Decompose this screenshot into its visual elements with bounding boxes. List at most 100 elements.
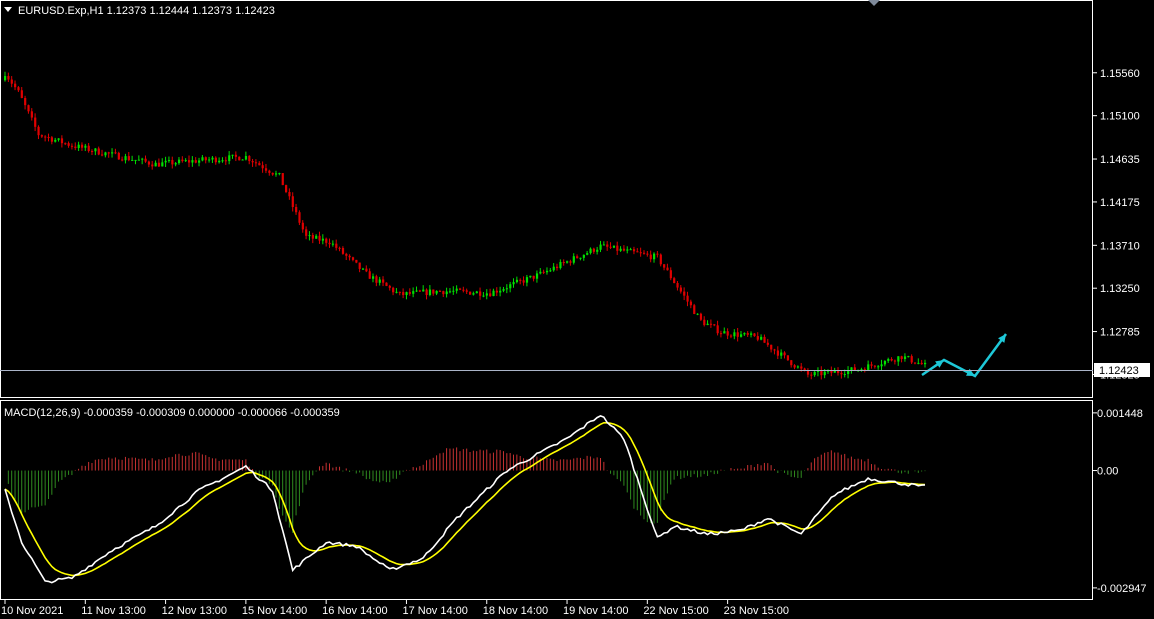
scroll-shift-marker-icon[interactable] [868,0,880,6]
candle [415,286,418,292]
candle [726,328,729,340]
current-price-label: 1.12423 [1099,365,1139,377]
candle [238,156,241,161]
candle [425,288,428,300]
candle [395,288,398,294]
time-tick-label: 16 Nov 14:00 [322,605,387,617]
candle [870,361,873,369]
candle [234,151,238,162]
candle [84,143,87,152]
candle [47,133,50,142]
candle [920,359,923,365]
candle [860,367,863,372]
price-pane[interactable] [4,71,1008,380]
candle [863,367,866,373]
candle [709,319,713,328]
candle [766,338,769,347]
candle [131,155,134,161]
candle [221,157,224,163]
candle [924,359,927,368]
candle [469,291,472,295]
chart-menu-triangle-icon[interactable] [4,7,12,12]
candle [438,289,442,292]
candle [117,151,120,160]
candle [750,331,753,338]
candle [40,134,43,138]
candle [121,156,124,162]
candle [495,287,498,297]
candle [853,364,856,372]
candle [576,254,579,259]
candle [519,278,522,285]
candle [579,257,582,261]
candle [475,290,478,294]
candle [639,247,642,257]
candle [60,135,64,148]
candle [826,369,830,374]
candle [77,141,80,151]
candle [111,148,114,158]
candle [107,151,110,158]
candle [228,151,231,165]
candle [529,275,532,279]
candle [418,289,422,293]
time-tick-label: 15 Nov 14:00 [242,605,307,617]
signal-line [4,421,926,577]
candle [629,247,632,251]
candle [669,267,672,281]
candle [412,287,415,298]
candle [57,138,60,142]
candle [699,312,703,322]
candle [907,355,910,358]
candle [298,210,301,226]
candle [231,154,234,159]
candle [816,367,820,377]
candle [890,357,893,362]
candle [489,288,492,298]
price-tick-label: 1.14175 [1100,197,1140,209]
candle [458,287,462,291]
candle [582,254,585,261]
candle [348,254,351,261]
candle [499,286,502,297]
candle [14,80,17,91]
candle [867,360,870,371]
candle [542,269,545,275]
candle [502,286,505,293]
candle [786,355,790,361]
candle [365,265,368,273]
candle [167,156,171,163]
candle [244,151,248,161]
candle [248,155,251,165]
candle [281,173,284,186]
candle [873,365,877,369]
candle [345,252,348,261]
candle [335,239,338,251]
macd-pane[interactable] [4,415,926,584]
candle [776,346,779,360]
trading-chart[interactable]: 1.15560 1.15100 1.14635 1.14175 1.13710 1.132… [0,0,1154,619]
candle [375,274,378,287]
candle [20,87,23,99]
candle [592,247,595,254]
candle [318,231,321,244]
candle [291,192,294,212]
symbol-header: EURUSD.Exp,H1 1.12373 1.12444 1.12373 1.… [18,5,275,17]
candle [539,268,542,275]
candle [552,263,555,272]
candle [522,276,525,286]
candle [455,285,458,294]
candle [783,351,786,359]
candle [830,366,833,377]
candle [820,366,823,380]
candle [773,348,776,355]
candle [442,290,445,298]
candle [796,365,800,369]
candle [770,344,773,353]
candle [549,267,552,273]
candle [261,161,264,173]
candle [545,267,549,275]
candle [733,329,736,340]
candle [626,246,629,254]
time-tick-label: 17 Nov 14:00 [402,605,467,617]
